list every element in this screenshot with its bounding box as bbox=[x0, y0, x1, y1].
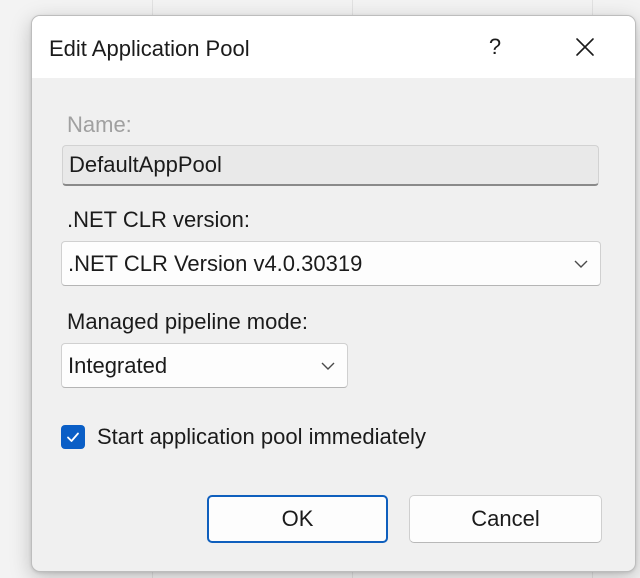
clr-version-select[interactable]: .NET CLR Version v4.0.30319 bbox=[61, 241, 601, 286]
close-icon bbox=[576, 38, 594, 56]
edit-application-pool-dialog: Edit Application Pool ? Name: DefaultApp… bbox=[31, 15, 636, 572]
start-immediately-label: Start application pool immediately bbox=[97, 424, 426, 449]
chevron-down-icon bbox=[566, 242, 596, 285]
dialog-titlebar: Edit Application Pool ? bbox=[32, 16, 635, 78]
pipeline-mode-label: Managed pipeline mode: bbox=[67, 309, 308, 334]
name-field: DefaultAppPool bbox=[62, 145, 599, 186]
start-immediately-checkbox[interactable] bbox=[61, 425, 85, 449]
ok-button[interactable]: OK bbox=[207, 495, 388, 543]
clr-version-value: .NET CLR Version v4.0.30319 bbox=[68, 251, 363, 276]
clr-version-label: .NET CLR version: bbox=[67, 207, 250, 232]
start-immediately-option[interactable]: Start application pool immediately bbox=[61, 422, 426, 452]
cancel-button[interactable]: Cancel bbox=[409, 495, 602, 543]
name-label: Name: bbox=[67, 112, 132, 137]
dialog-title: Edit Application Pool bbox=[49, 36, 250, 61]
checkmark-icon bbox=[67, 432, 79, 442]
chevron-down-icon bbox=[313, 344, 343, 387]
help-icon: ? bbox=[488, 34, 502, 59]
help-button[interactable]: ? bbox=[472, 16, 518, 78]
pipeline-mode-value: Integrated bbox=[68, 353, 168, 378]
close-button[interactable] bbox=[562, 16, 608, 78]
pipeline-mode-select[interactable]: Integrated bbox=[61, 343, 348, 388]
